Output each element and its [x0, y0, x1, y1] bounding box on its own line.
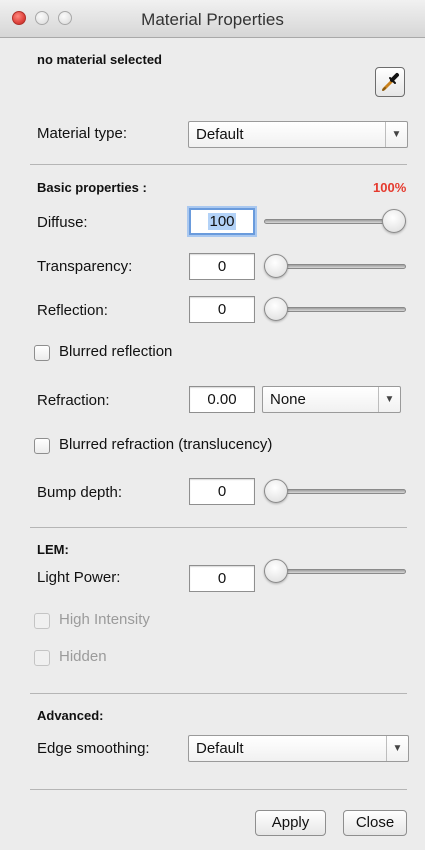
edge-smoothing-label: Edge smoothing: — [37, 740, 150, 757]
divider — [30, 164, 407, 165]
basic-percent-indicator: 100% — [373, 180, 407, 195]
window-title: Material Properties — [141, 10, 284, 29]
blurred-refraction-label[interactable]: Blurred refraction (translucency) — [59, 436, 272, 453]
hidden-checkbox — [34, 650, 50, 666]
hidden-label: Hidden — [59, 648, 107, 665]
chevron-down-icon: ▼ — [378, 387, 400, 412]
refraction-type-select[interactable]: None ▼ — [262, 386, 401, 413]
diffuse-value: 100 — [208, 213, 236, 230]
close-button[interactable]: Close — [343, 810, 407, 836]
chevron-down-icon: ▼ — [385, 122, 407, 147]
slider-knob[interactable] — [382, 209, 406, 233]
selection-status: no material selected — [37, 52, 162, 67]
light-power-input[interactable]: 0 — [189, 565, 255, 592]
slider-knob[interactable] — [264, 254, 288, 278]
edge-smoothing-value: Default — [196, 740, 244, 757]
bump-depth-slider[interactable] — [264, 477, 406, 507]
apply-button[interactable]: Apply — [255, 810, 326, 836]
transparency-input[interactable]: 0 — [189, 253, 255, 280]
transparency-slider[interactable] — [264, 252, 406, 282]
picker-button[interactable] — [375, 67, 405, 97]
reflection-input[interactable]: 0 — [189, 296, 255, 323]
edge-smoothing-select[interactable]: Default ▼ — [188, 735, 409, 762]
slider-knob[interactable] — [264, 479, 288, 503]
reflection-label: Reflection: — [37, 302, 108, 319]
diffuse-input[interactable]: 100 — [189, 208, 255, 235]
divider — [30, 693, 407, 694]
diffuse-label: Diffuse: — [37, 214, 88, 231]
blurred-refraction-checkbox[interactable] — [34, 438, 50, 454]
transparency-label: Transparency: — [37, 258, 133, 275]
blurred-reflection-checkbox[interactable] — [34, 345, 50, 361]
window-titlebar: Material Properties — [0, 0, 425, 38]
chevron-down-icon: ▼ — [386, 736, 408, 761]
basic-properties-header: Basic properties : — [37, 180, 147, 195]
material-type-select[interactable]: Default ▼ — [188, 121, 408, 148]
material-type-label: Material type: — [37, 125, 128, 142]
high-intensity-checkbox — [34, 613, 50, 629]
slider-knob[interactable] — [264, 559, 288, 583]
refraction-type-value: None — [270, 391, 306, 408]
blurred-reflection-label[interactable]: Blurred reflection — [59, 343, 172, 360]
slider-knob[interactable] — [264, 297, 288, 321]
light-power-label: Light Power: — [37, 569, 121, 586]
eyedropper-icon — [382, 73, 399, 91]
bump-depth-input[interactable]: 0 — [189, 478, 255, 505]
high-intensity-label: High Intensity — [59, 611, 150, 628]
reflection-slider[interactable] — [264, 295, 406, 325]
material-type-value: Default — [196, 126, 244, 143]
refraction-input[interactable]: 0.00 — [189, 386, 255, 413]
advanced-header: Advanced: — [37, 708, 104, 723]
refraction-label: Refraction: — [37, 392, 110, 409]
bump-depth-label: Bump depth: — [37, 484, 123, 501]
diffuse-slider[interactable] — [264, 207, 406, 237]
light-power-slider[interactable] — [264, 557, 406, 587]
divider — [30, 789, 407, 790]
divider — [30, 527, 407, 528]
lem-header: LEM: — [37, 542, 69, 557]
